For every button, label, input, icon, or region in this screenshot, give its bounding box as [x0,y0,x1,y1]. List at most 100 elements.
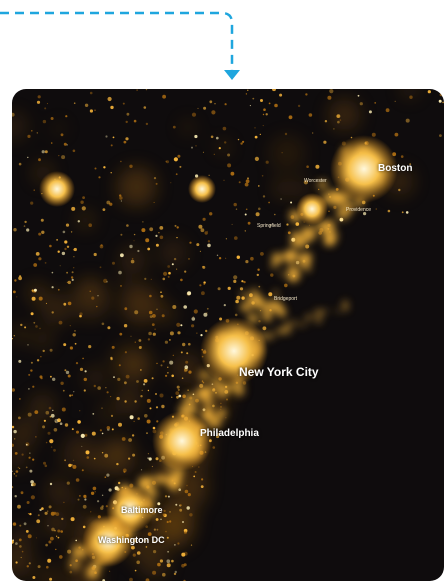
light-dot [14,452,18,455]
light-dot [153,550,157,554]
light-dot [254,127,256,129]
light-dot [247,177,249,180]
light-dot [136,560,140,565]
light-dot [193,309,198,314]
light-dot [29,452,31,454]
light-dot [177,388,180,391]
light-dot [126,224,129,227]
light-dot [67,374,71,378]
light-dot [233,275,238,280]
light-dot [29,512,32,516]
light-dot [158,232,160,234]
light-dot [77,498,80,501]
light-dot [106,391,109,394]
light-dot [82,504,87,509]
haze-blob [159,306,175,322]
light-dot [125,374,130,379]
light-dot [101,407,103,409]
light-dot [133,240,135,242]
light-dot [207,240,211,243]
light-dot [19,545,22,548]
light-dot [203,283,206,285]
light-dot [152,332,156,336]
label-washington-dc: Washington DC [98,535,165,545]
light-dot [30,495,35,500]
light-dot [53,448,56,452]
light-dot [36,132,38,134]
light-dot [189,241,192,244]
light-dot [260,252,264,256]
light-dot [258,320,261,323]
light-dot [329,89,334,94]
light-dot [99,266,102,269]
light-dot [173,572,177,576]
light-dot [44,262,47,264]
light-dot [112,261,115,265]
light-dot [188,342,191,346]
light-dot [134,310,139,315]
light-dot [41,507,44,510]
light-dot [171,374,174,378]
light-dot [199,284,202,287]
light-dot [287,231,291,235]
light-dot [194,471,197,473]
corridor-light [157,474,165,483]
light-dot [162,277,166,281]
light-dot [14,495,17,498]
light-dot [183,531,187,535]
light-dot [245,179,250,184]
corridor-light [240,291,247,298]
light-dot [64,423,69,427]
light-dot [107,96,112,102]
light-dot [148,310,153,315]
light-dot [124,381,127,385]
light-dot [84,498,87,501]
light-dot [50,375,52,378]
light-dot [76,430,79,434]
light-dot [88,345,92,349]
long-island-light [305,314,311,321]
light-dot [65,223,70,227]
light-dot [20,491,24,495]
light-dot [90,491,95,495]
light-dot [63,302,67,306]
light-dot [218,147,221,150]
light-dot [290,201,293,204]
corridor-light [287,268,300,282]
light-dot [120,253,124,258]
light-dot [179,504,182,507]
light-dot [140,369,142,371]
light-dot [113,376,115,378]
light-dot [35,436,37,438]
city-core-glow [152,411,212,471]
light-dot [97,386,101,390]
light-dot [101,505,104,508]
haze-blob [63,434,97,467]
light-dot [387,209,391,213]
haze-blob [158,238,188,268]
light-dot [18,359,22,363]
haze-blob [27,283,46,302]
label-worcester: Worcester [304,178,327,184]
light-dot [166,563,171,568]
light-dot [148,457,152,461]
light-dot [230,171,235,176]
corridor-light [73,543,80,550]
light-dot [155,393,157,395]
light-dot [375,208,378,210]
light-dot [71,271,74,274]
light-dot [18,162,22,166]
light-dot [187,291,192,296]
light-dot [120,200,122,202]
long-island-light [282,328,288,333]
light-dot [36,359,40,362]
light-dot [79,495,81,497]
light-dot [45,410,50,415]
light-dot [44,464,48,468]
light-dot [15,474,18,477]
light-dot [132,453,136,457]
light-dot [222,126,227,131]
light-dot [25,466,28,469]
light-dot [171,263,174,266]
light-dot [200,228,205,233]
